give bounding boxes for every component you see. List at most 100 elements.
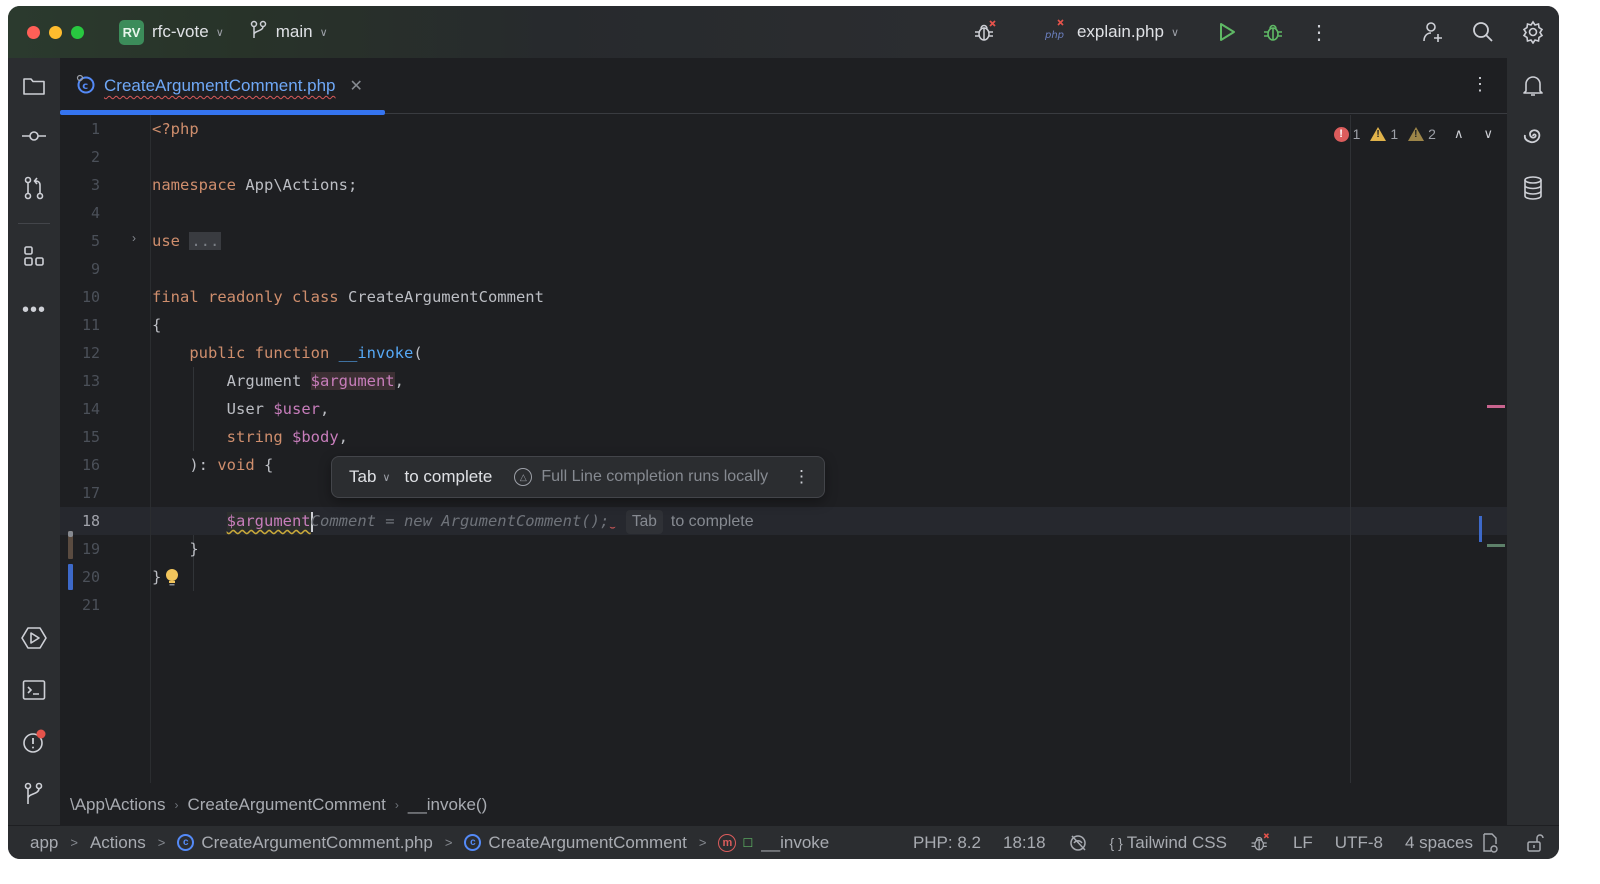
commit-icon[interactable] [20, 122, 48, 150]
local-completion-info: △ Full Line completion runs locally [514, 468, 768, 486]
maximize-window-button[interactable] [71, 25, 84, 39]
editor-breadcrumbs: \App\Actions › CreateArgumentComment › _… [60, 783, 1507, 825]
ai-assistant-spiral-icon[interactable] [1519, 122, 1547, 150]
nav-path-file-label: CreateArgumentComment.php [201, 832, 433, 852]
more-tool-windows-icon[interactable]: ••• [20, 296, 48, 324]
code-line: use ... [152, 232, 222, 250]
ai-disabled-icon[interactable] [1068, 833, 1088, 853]
nav-path-class-label: CreateArgumentComment [488, 832, 687, 852]
php-language-level[interactable]: PHP: 8.2 [913, 833, 981, 853]
git-icon[interactable] [20, 780, 48, 808]
chevron-down-icon: ∨ [382, 471, 391, 484]
nav-path-app[interactable]: app [30, 833, 58, 853]
popup-more-options-icon[interactable]: ⋮ [793, 467, 810, 487]
completion-action-label: to complete [404, 467, 493, 486]
change-stripe-marker[interactable] [1487, 544, 1505, 547]
project-selector[interactable]: RV rfc-vote ∨ [119, 19, 224, 45]
project-folder-icon[interactable] [20, 72, 48, 100]
tool-separator [18, 223, 50, 224]
status-bar: app > Actions > c CreateArgumentComment.… [8, 825, 1559, 859]
debug-disabled-icon[interactable] [971, 18, 999, 46]
title-bar-actions: php explain.php ∨ ⋮ [971, 6, 1559, 58]
settings-gear-icon[interactable] [1519, 18, 1547, 46]
code-line: } [189, 540, 199, 558]
run-configuration-selector[interactable]: php explain.php ∨ [1044, 18, 1179, 47]
terminal-icon[interactable] [20, 676, 48, 704]
nav-path-separator: > [698, 835, 707, 850]
services-run-icon[interactable] [20, 624, 48, 652]
breadcrumb-class[interactable]: CreateArgumentComment [187, 795, 385, 815]
completion-key-selector[interactable]: Tab ∨ [349, 467, 390, 487]
svg-text:php: php [1045, 30, 1064, 41]
tab-create-argument-comment[interactable]: c CreateArgumentComment.php ✕ [60, 58, 385, 115]
full-line-completion-popup: Tab ∨ to complete △ Full Line completion… [331, 456, 825, 498]
inline-tab-key-hint[interactable]: Tab [625, 510, 663, 534]
code-line: namespace App\Actions; [152, 176, 358, 194]
debug-button[interactable] [1259, 18, 1287, 46]
line-number: 9 [90, 260, 100, 278]
line-separator-widget[interactable]: LF [1293, 833, 1313, 853]
framework-widget[interactable]: { } Tailwind CSS [1110, 833, 1227, 853]
code-editor[interactable]: <?php namespace App\Actions; use ... fin… [152, 115, 1507, 783]
run-button[interactable] [1213, 18, 1241, 46]
problems-icon[interactable] [20, 728, 48, 756]
indent-widget[interactable]: 4 spaces [1405, 833, 1473, 853]
folded-imports[interactable]: ... [189, 232, 222, 250]
error-stripe-marker[interactable] [1487, 405, 1505, 408]
nav-path-separator: > [444, 835, 453, 850]
close-tab-icon[interactable]: ✕ [350, 76, 363, 96]
nav-path-file[interactable]: c CreateArgumentComment.php [177, 833, 433, 853]
breadcrumb-method[interactable]: __invoke() [408, 795, 487, 815]
chevron-down-icon: ∨ [215, 26, 224, 39]
nav-path-method[interactable]: m ☐ __invoke [718, 833, 829, 853]
read-only-toggle-lock-icon[interactable] [1525, 833, 1545, 853]
line-number: 20 [81, 568, 100, 586]
nav-path-class[interactable]: c CreateArgumentComment [464, 832, 687, 853]
line-number-current: 18 [81, 512, 100, 530]
minimize-window-button[interactable] [49, 25, 62, 39]
inline-completion-suggestion[interactable]: Comment = new ArgumentComment(); [311, 512, 610, 530]
code-line: } [152, 568, 162, 586]
code-line: public function __invoke( [189, 344, 423, 362]
nav-path-actions[interactable]: Actions [90, 833, 146, 853]
completion-key-label: Tab [349, 467, 377, 486]
add-user-icon[interactable] [1419, 18, 1447, 46]
database-icon[interactable] [1519, 174, 1547, 202]
fold-expand-icon[interactable]: › [132, 231, 136, 245]
editor: c CreateArgumentComment.php ✕ ⋮ ! 1 1 2 [60, 58, 1507, 825]
caret-scroll-marker [1479, 516, 1482, 542]
svg-text:c: c [82, 81, 88, 92]
debugger-disabled-icon[interactable] [1249, 832, 1271, 854]
full-line-icon: △ [514, 468, 533, 486]
line-number: 14 [81, 400, 100, 418]
pull-requests-icon[interactable] [20, 174, 48, 202]
left-tool-window-bar: ••• [8, 58, 60, 825]
right-margin-guide [1350, 115, 1351, 783]
search-icon[interactable] [1469, 18, 1497, 46]
php-class-icon: c [464, 834, 482, 851]
title-bar: RV rfc-vote ∨ main ∨ php explain.php ∨ ⋮ [8, 6, 1559, 58]
file-encoding-widget[interactable]: UTF-8 [1335, 833, 1383, 853]
cursor-position[interactable]: 18:18 [1003, 833, 1046, 853]
notifications-bell-icon[interactable] [1519, 72, 1547, 100]
vcs-modified-marker[interactable] [68, 564, 73, 590]
line-number: 12 [81, 344, 100, 362]
structure-icon[interactable] [20, 242, 48, 270]
more-actions-icon[interactable]: ⋮ [1305, 18, 1333, 46]
close-window-button[interactable] [27, 25, 40, 39]
code-style-settings-icon[interactable] [1481, 832, 1499, 854]
line-number: 16 [81, 456, 100, 474]
line-number: 19 [81, 540, 100, 558]
project-avatar: RV [119, 19, 144, 45]
editor-tab-bar: c CreateArgumentComment.php ✕ ⋮ [60, 58, 1507, 115]
breadcrumb-namespace[interactable]: \App\Actions [70, 795, 165, 815]
branch-selector[interactable]: main ∨ [250, 20, 328, 45]
ide-window: RV rfc-vote ∨ main ∨ php explain.php ∨ ⋮… [8, 6, 1559, 859]
inline-to-complete-label: to complete [670, 513, 754, 530]
line-number: 17 [81, 484, 100, 502]
line-number: 1 [90, 120, 100, 138]
git-branch-icon [250, 20, 268, 45]
line-number: 2 [90, 148, 100, 166]
tab-options-icon[interactable]: ⋮ [1471, 74, 1489, 95]
local-completion-info-text: Full Line completion runs locally [541, 468, 769, 485]
